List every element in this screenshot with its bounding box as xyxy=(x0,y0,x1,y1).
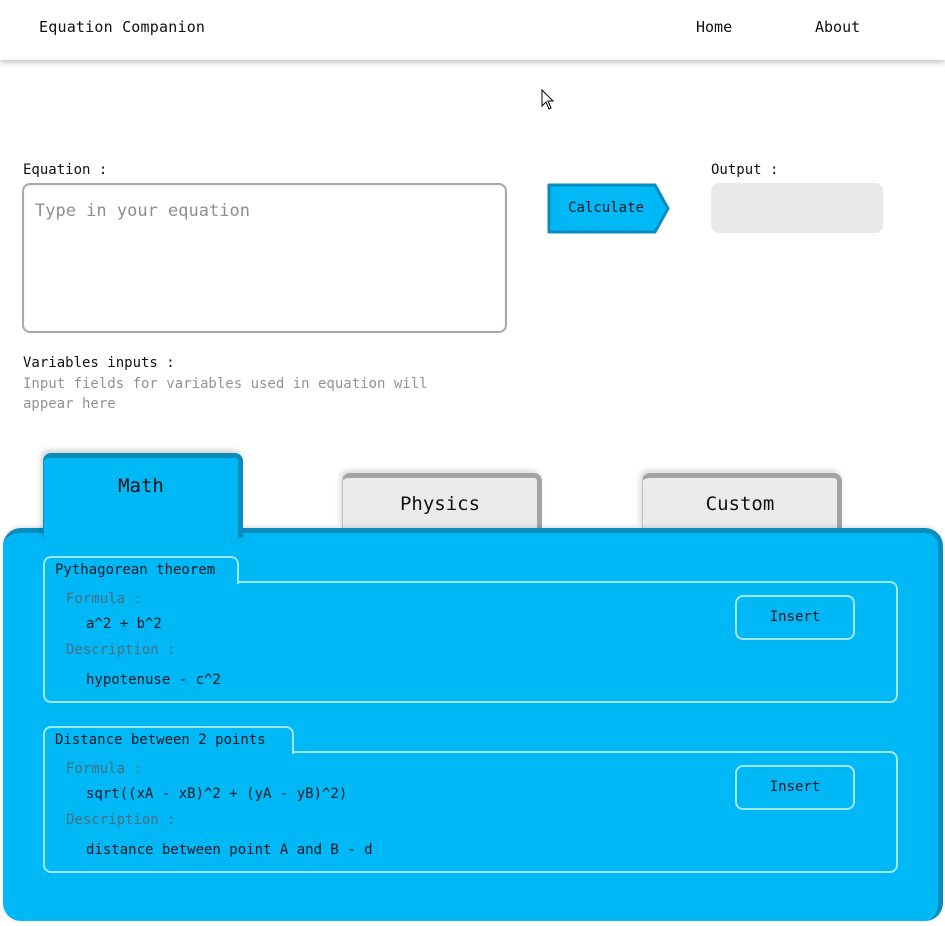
formula-card-title: Distance between 2 points xyxy=(43,726,294,754)
output-label: Output : xyxy=(711,162,779,178)
output-field xyxy=(711,183,883,233)
formula-value: sqrt((xA - xB)^2 + (yA - yB)^2) xyxy=(86,786,348,802)
formula-label: Formula : xyxy=(66,591,142,607)
tab-math[interactable]: Math xyxy=(43,453,243,538)
description-label: Description : xyxy=(66,812,176,828)
description-value: hypotenuse - c^2 xyxy=(86,672,221,688)
variables-label: Variables inputs : xyxy=(23,355,175,371)
nav-about-link[interactable]: About xyxy=(815,18,860,36)
insert-button[interactable]: Insert xyxy=(735,765,855,810)
formula-card-title: Pythagorean theorem xyxy=(43,556,239,584)
equation-label: Equation : xyxy=(23,162,108,178)
description-value: distance between point A and B - d xyxy=(86,842,373,858)
formula-label: Formula : xyxy=(66,761,142,777)
description-label: Description : xyxy=(66,642,176,658)
app-brand[interactable]: Equation Companion xyxy=(39,18,205,36)
tab-physics[interactable]: Physics xyxy=(342,473,542,529)
formula-value: a^2 + b^2 xyxy=(86,616,162,632)
tab-custom[interactable]: Custom xyxy=(642,473,842,529)
equation-input[interactable] xyxy=(22,183,507,333)
nav-home-link[interactable]: Home xyxy=(696,18,732,36)
top-navbar: Equation Companion Home About xyxy=(0,0,945,60)
mouse-pointer-icon xyxy=(541,88,555,111)
calculate-button-label: Calculate xyxy=(568,200,644,216)
insert-button[interactable]: Insert xyxy=(735,595,855,640)
variables-hint: Input fields for variables used in equat… xyxy=(23,376,428,412)
calculate-button[interactable]: Calculate xyxy=(547,183,671,234)
